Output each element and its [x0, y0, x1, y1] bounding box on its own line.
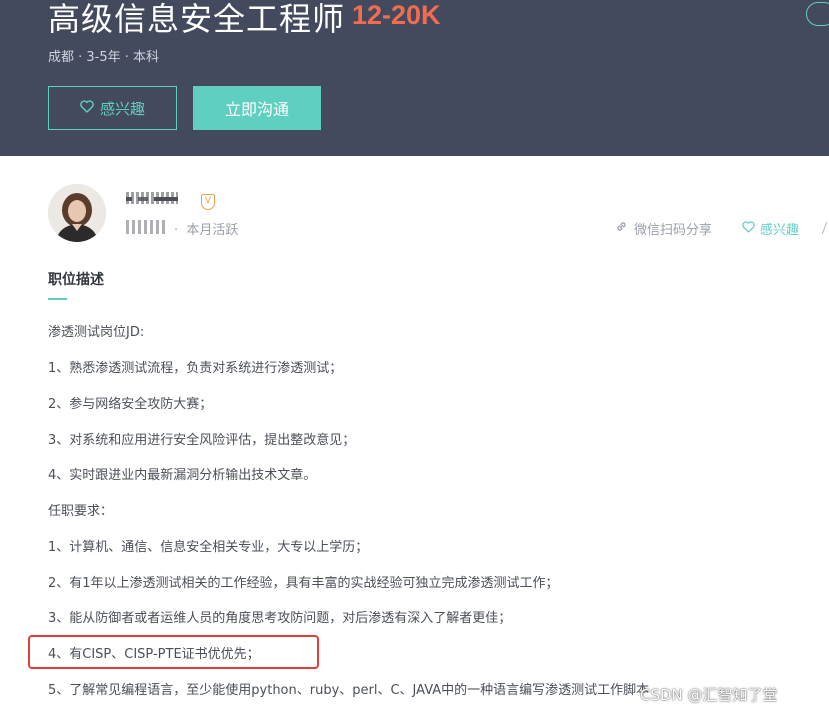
job-title: 高级信息安全工程师	[48, 0, 346, 38]
desc-line: 1、熟悉渗透测试流程，负责对系统进行渗透测试；	[48, 361, 343, 376]
vip-badge-icon: V	[201, 194, 215, 210]
recruiter-name	[126, 190, 186, 206]
more-edge-mark	[821, 222, 829, 234]
corner-button[interactable]	[806, 2, 829, 26]
recruiter-avatar	[48, 184, 106, 242]
job-header: 高级信息安全工程师 12-20K 成都 · 3-5年 · 本科 感兴趣 立即沟通	[0, 0, 829, 156]
link-icon	[615, 220, 628, 237]
desc-line: 4、实时跟进业内最新漏洞分析输出技术文章。	[48, 468, 317, 483]
desc-line: 2、参与网络安全攻防大赛；	[48, 397, 213, 412]
desc-line: 2、有1年以上渗透测试相关的工作经验，具有丰富的实战经验可独立完成渗透测试工作；	[48, 576, 559, 591]
share-label: 微信扫码分享	[634, 223, 713, 238]
active-status-text: 本月活跃	[186, 223, 239, 238]
csdn-watermark: CSDN @汇智知了堂	[640, 686, 778, 704]
interest-button-label: 感兴趣	[99, 99, 145, 118]
heart-outline-icon	[80, 99, 94, 117]
chat-now-button[interactable]: 立即沟通	[193, 86, 321, 130]
desc-line: 任职要求：	[48, 504, 114, 519]
wechat-share-link[interactable]: 微信扫码分享	[615, 219, 712, 238]
desc-line: 渗透测试岗位JD:	[48, 325, 145, 340]
desc-line: 3、对系统和应用进行安全风险评估，提出整改意见；	[48, 433, 356, 448]
job-meta: 成都 · 3-5年 · 本科	[48, 50, 160, 65]
interest-link[interactable]: 感兴趣	[742, 219, 799, 238]
heart-outline-icon	[742, 220, 755, 237]
salary-range: 12-20K	[352, 0, 441, 30]
desc-line: 5、了解常见编程语言，至少能使用python、ruby、perl、C、JAVA中…	[48, 683, 650, 698]
desc-line: 3、能从防御者或者运维人员的角度思考攻防问题，对后渗透有深入了解者更佳；	[48, 611, 512, 626]
highlight-annotation-box	[28, 635, 319, 669]
section-title-underline	[48, 298, 67, 300]
recruiter-active-status: · 本月活跃	[174, 223, 239, 238]
interest-button[interactable]: 感兴趣	[48, 86, 177, 130]
desc-line: 1、计算机、通信、信息安全相关专业，大专以上学历；	[48, 540, 369, 555]
section-title: 职位描述	[48, 272, 104, 288]
recruiter-company	[126, 220, 166, 234]
interest-link-label: 感兴趣	[760, 223, 800, 238]
